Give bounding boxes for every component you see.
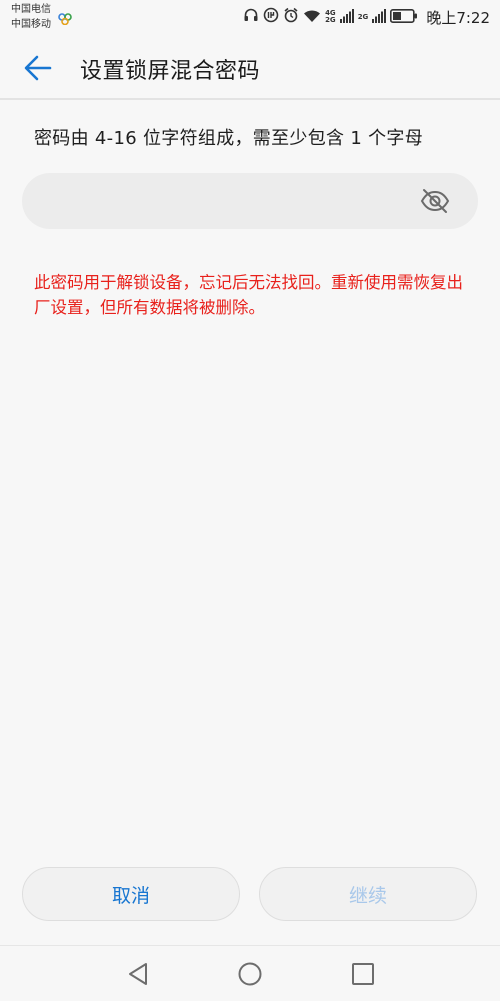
carrier-info: 中国电信 中国移动: [11, 2, 51, 32]
eye-off-icon: [420, 189, 450, 213]
alarm-icon: [283, 7, 299, 27]
nav-recent-button[interactable]: [349, 960, 377, 988]
circle-home-icon: [238, 962, 262, 986]
signal-1-icon: [339, 8, 354, 27]
network-2-label: 2G: [357, 12, 369, 21]
square-recent-icon: [352, 963, 374, 985]
triangle-back-icon: [129, 963, 147, 985]
carrier-1-label: 中国电信: [11, 4, 51, 15]
network-1-label: 4G 2G: [325, 10, 336, 24]
status-bar: 中国电信 中国移动 4G 2G 2G 晚上7:22: [0, 0, 500, 36]
hd-call-icon: [57, 10, 73, 29]
status-time: 晚上7:22: [426, 8, 490, 27]
password-requirements-text: 密码由 4-16 位字符组成，需至少包含 1 个字母: [34, 128, 423, 149]
title-bar: 设置锁屏混合密码: [0, 36, 500, 100]
page-title: 设置锁屏混合密码: [80, 59, 261, 84]
back-button[interactable]: [20, 50, 56, 86]
toggle-visibility-button[interactable]: [420, 187, 450, 215]
signal-2-icon: [372, 8, 387, 27]
nav-home-button[interactable]: [236, 960, 264, 988]
status-icons: 4G 2G 2G 晚上7:22: [243, 6, 490, 28]
carrier-2-label: 中国移动: [11, 19, 51, 30]
battery-icon: [390, 8, 418, 27]
arrow-left-icon: [24, 55, 52, 81]
headset-icon: [243, 7, 259, 27]
nav-back-button[interactable]: [124, 960, 152, 988]
continue-button[interactable]: 继续: [259, 867, 477, 921]
password-input[interactable]: [40, 181, 404, 223]
network-1-bottom-text: 2G: [325, 16, 336, 24]
wifi-icon: [303, 8, 321, 27]
data-saver-icon: [263, 7, 279, 27]
navigation-bar: [0, 945, 500, 1001]
warning-text: 此密码用于解锁设备，忘记后无法找回。重新使用需恢复出厂设置，但所有数据将被删除。: [34, 273, 463, 317]
password-field: [22, 173, 478, 229]
cancel-button[interactable]: 取消: [22, 867, 240, 921]
